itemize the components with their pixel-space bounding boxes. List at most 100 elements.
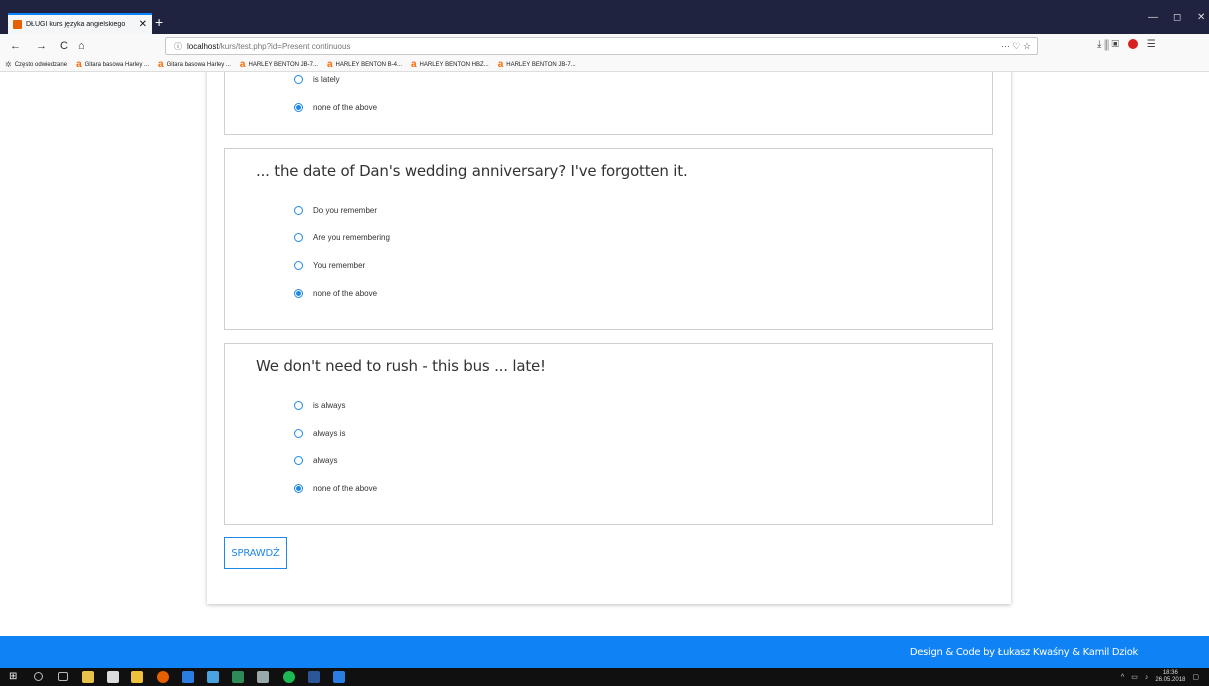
home-button[interactable]: ⌂ — [78, 39, 85, 53]
clock[interactable]: 18:36 26.05.2018 — [1155, 670, 1185, 684]
bookmark-label: HARLEY BENTON B-4... — [335, 61, 402, 68]
question-text: We don't need to rush - this bus ... lat… — [256, 357, 546, 375]
option-label: none of the above — [313, 483, 378, 493]
bookmark-item[interactable]: a HARLEY BENTON B-4... — [327, 59, 402, 70]
option-label: none of the above — [313, 288, 378, 298]
answer-option[interactable]: none of the above — [294, 100, 377, 114]
url-host: localhost — [187, 41, 219, 51]
volume-icon[interactable]: ♪ — [1145, 674, 1149, 681]
option-label: is always — [313, 400, 346, 410]
tab-close-icon[interactable]: ✕ — [139, 19, 147, 30]
windows-start-icon[interactable]: ⊞ — [9, 672, 17, 682]
app-icon[interactable] — [207, 671, 219, 683]
store-icon[interactable] — [82, 671, 94, 683]
option-label: You remember — [313, 260, 366, 270]
radio-button[interactable] — [294, 232, 303, 242]
tab-title: DŁUGI kurs języka angielskiego — [26, 21, 126, 28]
question-box: is lately none of the above — [224, 72, 993, 135]
gear-icon: ✲ — [5, 60, 12, 69]
search-icon[interactable] — [34, 672, 43, 681]
close-window-icon[interactable]: ✕ — [1197, 12, 1205, 23]
radio-button[interactable] — [294, 205, 303, 215]
toolbar-icons[interactable]: ⤓ ⫼ ▣ — [1097, 39, 1119, 50]
radio-button[interactable] — [294, 400, 303, 410]
radio-button[interactable] — [294, 428, 303, 438]
option-label: is lately — [313, 74, 340, 84]
option-label: none of the above — [313, 102, 378, 112]
quiz-card: is lately none of the above ... the date… — [207, 72, 1011, 604]
menu-icon[interactable]: ☰ — [1147, 39, 1156, 50]
bookmark-item[interactable]: a Gitara basowa Harley ... — [76, 59, 149, 70]
vscode-icon[interactable] — [182, 671, 194, 683]
radio-button-checked[interactable] — [294, 102, 303, 112]
radio-button[interactable] — [294, 455, 303, 465]
page-viewport: is lately none of the above ... the date… — [0, 72, 1209, 636]
answer-option[interactable]: Are you remembering — [294, 230, 390, 244]
bookmark-item[interactable]: a Gitara basowa Harley ... — [158, 59, 231, 70]
radio-button-checked[interactable] — [294, 483, 303, 493]
browser-tab-bar: DŁUGI kurs języka angielskiego ✕ + — ◻ ✕ — [0, 0, 1209, 34]
spotify-icon[interactable] — [283, 671, 295, 683]
bookmarks-bar: ✲ Często odwiedzane a Gitara basowa Harle… — [0, 58, 1209, 72]
bookmark-frequent[interactable]: ✲ Często odwiedzane — [5, 60, 67, 69]
word-icon[interactable] — [308, 671, 320, 683]
url-bar[interactable]: ⓘ localhost /kurs/test.php?id=Present co… — [165, 37, 1038, 55]
amazon-icon: a — [497, 58, 504, 70]
reload-button[interactable]: C — [60, 39, 68, 53]
answer-option[interactable]: always — [294, 453, 337, 467]
bookmark-label: HARLEY BENTON JB-7... — [506, 61, 576, 68]
footer-credit: Design & Code by Łukasz Kwaśny & Kamil D… — [909, 647, 1138, 658]
notifications-icon[interactable]: ▢ — [1192, 673, 1199, 681]
bookmark-label: Gitara basowa Harley ... — [166, 61, 231, 68]
browser-tab[interactable]: DŁUGI kurs języka angielskiego ✕ — [8, 13, 152, 34]
bookmark-label: Często odwiedzane — [14, 61, 68, 68]
app-icon[interactable] — [107, 671, 119, 683]
app-icon[interactable] — [232, 671, 244, 683]
minimize-icon[interactable]: — — [1148, 12, 1158, 23]
adblock-icon[interactable] — [1127, 39, 1138, 50]
task-view-icon[interactable] — [58, 672, 68, 681]
answer-option[interactable]: is always — [294, 398, 345, 412]
answer-option[interactable]: none of the above — [294, 286, 377, 300]
page-actions-icon[interactable]: ··· ♡ ☆ — [1001, 41, 1031, 52]
amazon-icon: a — [239, 58, 246, 70]
file-explorer-icon[interactable] — [131, 671, 143, 683]
answer-option[interactable]: is lately — [294, 72, 340, 86]
vscode-icon[interactable] — [333, 671, 345, 683]
bookmark-item[interactable]: a HARLEY BENTON JB-7... — [239, 58, 318, 70]
chevron-up-icon[interactable]: ^ — [1121, 674, 1124, 681]
toolbar-right: ⤓ ⫼ ▣ ☰ — [1097, 39, 1156, 50]
radio-button[interactable] — [294, 260, 303, 270]
option-label: Are you remembering — [313, 232, 390, 242]
check-answers-button[interactable]: SPRAWDŹ — [224, 537, 287, 569]
network-icon[interactable]: ▭ — [1131, 673, 1138, 681]
amazon-icon: a — [410, 58, 417, 70]
forward-button[interactable]: → — [36, 39, 47, 53]
question-box: ... the date of Dan's wedding anniversar… — [224, 148, 993, 330]
answer-option[interactable]: Do you remember — [294, 203, 377, 217]
answer-option[interactable]: always is — [294, 426, 345, 440]
back-button[interactable]: ← — [10, 39, 21, 53]
clock-date: 26.05.2018 — [1155, 677, 1186, 683]
bookmark-label: HARLEY BENTON HBZ... — [419, 61, 489, 68]
question-box: We don't need to rush - this bus ... lat… — [224, 343, 993, 525]
radio-button[interactable] — [294, 74, 303, 84]
answer-option[interactable]: none of the above — [294, 481, 377, 495]
answer-option[interactable]: You remember — [294, 258, 365, 272]
browser-nav-bar: ← → C ⌂ ⓘ localhost /kurs/test.php?id=Pr… — [0, 34, 1209, 58]
clock-time: 18:36 — [1162, 670, 1178, 676]
option-label: always is — [313, 428, 346, 438]
radio-button-checked[interactable] — [294, 288, 303, 298]
bookmark-item[interactable]: a HARLEY BENTON HBZ... — [410, 58, 489, 70]
new-tab-button[interactable]: + — [155, 14, 163, 30]
option-label: always — [313, 455, 338, 465]
app-icon[interactable] — [257, 671, 269, 683]
option-label: Do you remember — [313, 205, 378, 215]
windows-taskbar: ⊞ ^ ▭ ♪ 18:36 26.05.2018 ▢ — [0, 668, 1209, 686]
maximize-icon[interactable]: ◻ — [1173, 12, 1181, 23]
site-favicon-icon — [13, 20, 22, 29]
system-tray: ^ ▭ ♪ 18:36 26.05.2018 ▢ — [1121, 670, 1199, 684]
site-info-icon[interactable]: ⓘ — [174, 41, 182, 52]
bookmark-item[interactable]: a HARLEY BENTON JB-7... — [497, 58, 576, 70]
firefox-icon[interactable] — [157, 671, 169, 683]
